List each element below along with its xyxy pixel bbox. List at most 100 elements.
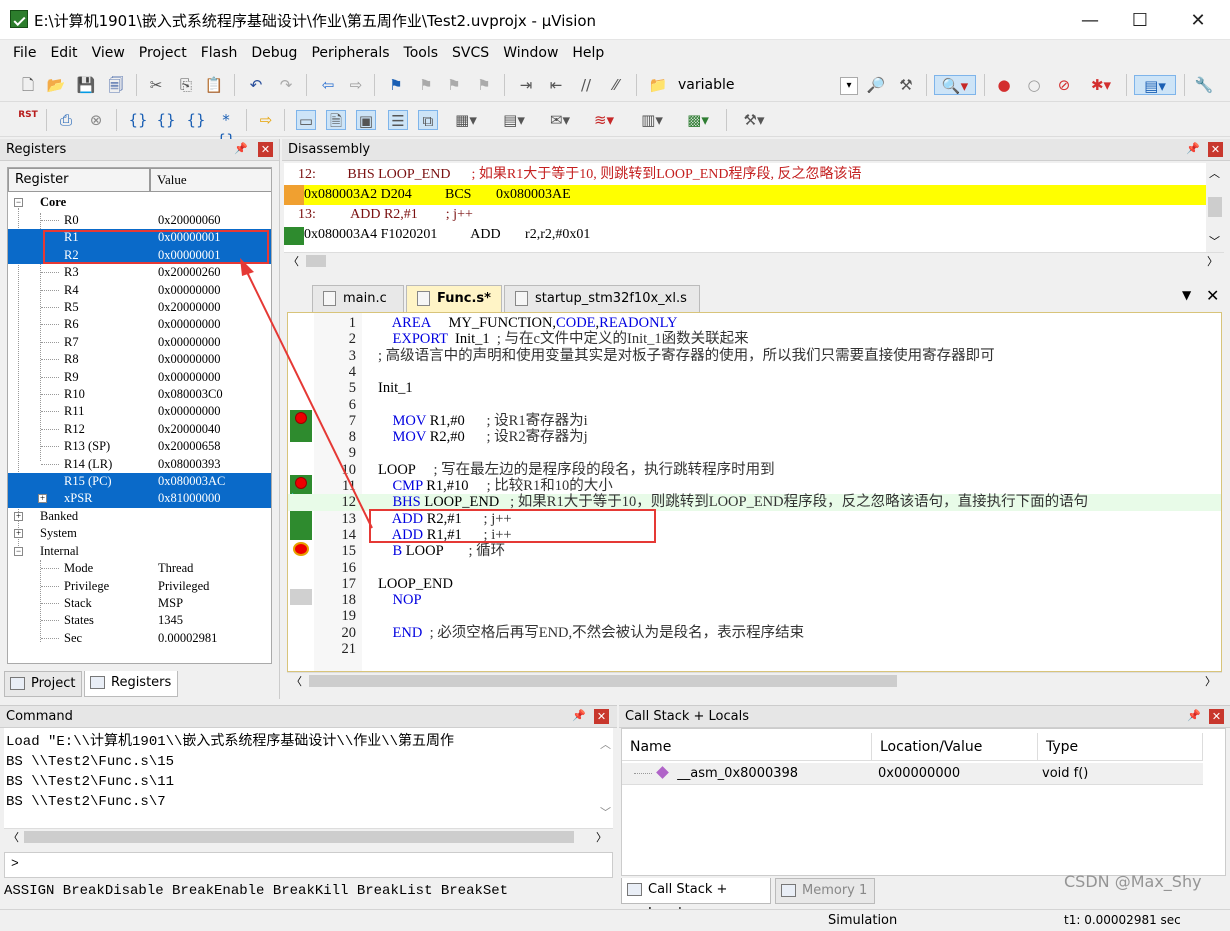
- register-row[interactable]: Privilege Privileged: [8, 578, 271, 595]
- group-core[interactable]: − Core: [8, 194, 271, 211]
- code-line[interactable]: 9: [288, 445, 1221, 461]
- source-editor[interactable]: 1 AREA MY_FUNCTION,CODE,READONLY 2 EXPOR…: [287, 312, 1222, 672]
- editor-hscroll[interactable]: 〈 〉: [287, 672, 1222, 689]
- expand-icon[interactable]: +: [14, 512, 23, 521]
- type-column-header[interactable]: Type: [1038, 733, 1203, 761]
- register-value[interactable]: 0x00000000: [158, 282, 221, 299]
- menu-svcs[interactable]: SVCS: [445, 45, 496, 61]
- code-line[interactable]: 1 AREA MY_FUNCTION,CODE,READONLY: [288, 315, 1221, 331]
- callstack-location[interactable]: 0x00000000: [872, 763, 1038, 785]
- group-banked[interactable]: + Banked: [8, 508, 271, 525]
- menu-help[interactable]: Help: [565, 45, 611, 61]
- register-row[interactable]: R14 (LR) 0x08000393: [8, 456, 271, 473]
- code-line[interactable]: 4: [288, 364, 1221, 380]
- command-output[interactable]: Load "E:\\计算机1901\\嵌入式系统程序基础设计\\作业\\第五周作…: [4, 728, 613, 828]
- disassembly-view[interactable]: 12: BHS LOOP_END ; 如果R1大于等于10, 则跳转到LOOP_…: [284, 163, 1206, 252]
- callstack-row[interactable]: __asm_0x8000398: [622, 763, 872, 785]
- register-row[interactable]: R13 (SP) 0x20000658: [8, 438, 271, 455]
- menu-file[interactable]: File: [6, 45, 43, 61]
- toolbox-icon[interactable]: ⚒▾: [736, 110, 772, 130]
- code-line[interactable]: 8 MOV R2,#0 ; 设R2寄存器为j: [288, 429, 1221, 445]
- menu-flash[interactable]: Flash: [194, 45, 245, 61]
- register-row[interactable]: R0 0x20000060: [8, 212, 271, 229]
- register-value[interactable]: 1345: [158, 612, 183, 629]
- collapse-icon[interactable]: −: [14, 546, 23, 556]
- code-line[interactable]: 21: [288, 641, 1221, 657]
- register-row[interactable]: R10 0x080003C0: [8, 386, 271, 403]
- register-row[interactable]: R8 0x00000000: [8, 351, 271, 368]
- stop-icon[interactable]: ⊗: [86, 110, 106, 130]
- pin-icon[interactable]: 📌: [572, 709, 586, 723]
- open-folder-icon[interactable]: 📂: [46, 75, 66, 95]
- register-value[interactable]: 0x080003C0: [158, 386, 223, 403]
- menu-view[interactable]: View: [85, 45, 132, 61]
- code-line[interactable]: 7 MOV R1,#0 ; 设R1寄存器为i: [288, 413, 1221, 429]
- pin-icon[interactable]: 📌: [1186, 142, 1200, 156]
- register-value[interactable]: 0x20000060: [158, 212, 221, 229]
- register-row[interactable]: Mode Thread: [8, 560, 271, 577]
- symbols-window-icon[interactable]: ▣: [356, 110, 376, 130]
- step-over-icon[interactable]: {}: [156, 110, 176, 130]
- register-value[interactable]: 0x20000000: [158, 299, 221, 316]
- scroll-down-icon[interactable]: ﹀: [600, 804, 611, 820]
- close-button[interactable]: ✕: [1170, 0, 1226, 40]
- register-row[interactable]: R3 0x20000260: [8, 264, 271, 281]
- scroll-right-icon[interactable]: 〉: [1207, 253, 1218, 269]
- debug-session-icon[interactable]: 🔍▾: [934, 75, 976, 95]
- window-layout-icon[interactable]: ▤▾: [1134, 75, 1176, 95]
- tab-registers[interactable]: Registers: [84, 671, 178, 697]
- code-line[interactable]: 5 Init_1: [288, 380, 1221, 396]
- register-value[interactable]: 0x08000393: [158, 456, 221, 473]
- find-replace-icon[interactable]: ⚒: [896, 75, 916, 95]
- scroll-left-icon[interactable]: 〈: [8, 829, 19, 845]
- register-value[interactable]: 0x20000040: [158, 421, 221, 438]
- show-next-statement-icon[interactable]: ⇨: [256, 110, 276, 130]
- serial-window-icon[interactable]: ✉▾: [542, 110, 578, 130]
- minimize-button[interactable]: —: [1062, 0, 1118, 40]
- disasm-current-line[interactable]: 0x080003A2 D204 BCS 0x080003AE: [284, 185, 1206, 205]
- register-value[interactable]: 0x080003AC: [158, 473, 225, 490]
- configure-icon[interactable]: 🔧: [1194, 75, 1214, 95]
- expand-icon[interactable]: +: [38, 494, 47, 504]
- find-combo-dropdown-icon[interactable]: ▾: [840, 77, 858, 95]
- code-line[interactable]: 16: [288, 560, 1221, 576]
- scroll-left-icon[interactable]: 〈: [291, 673, 302, 689]
- register-value[interactable]: 0x20000260: [158, 264, 221, 281]
- bookmark-icon[interactable]: ⚑: [386, 75, 406, 95]
- memory-window-icon[interactable]: ▤▾: [494, 110, 534, 130]
- register-value[interactable]: Privileged: [158, 578, 209, 595]
- disassembly-vscroll[interactable]: ︿ ﹀: [1206, 163, 1224, 252]
- incremental-find-icon[interactable]: 🔎: [866, 75, 886, 95]
- register-row[interactable]: R5 0x20000000: [8, 299, 271, 316]
- unindent-icon[interactable]: ⇤: [546, 75, 566, 95]
- menu-peripherals[interactable]: Peripherals: [304, 45, 396, 61]
- insert-breakpoint-icon[interactable]: ●: [994, 75, 1014, 95]
- menu-edit[interactable]: Edit: [43, 45, 84, 61]
- find-in-files-icon[interactable]: 📁: [648, 75, 668, 95]
- tab-main-c[interactable]: main.c: [312, 285, 404, 312]
- step-out-icon[interactable]: {}: [186, 110, 206, 130]
- register-value[interactable]: MSP: [158, 595, 183, 612]
- uncomment-icon[interactable]: ⁄⁄: [606, 75, 626, 95]
- register-column-header[interactable]: Register: [8, 168, 150, 192]
- register-row[interactable]: R4 0x00000000: [8, 282, 271, 299]
- register-value[interactable]: 0x00000000: [158, 351, 221, 368]
- command-window-icon[interactable]: ▭: [296, 110, 316, 130]
- find-combo-value[interactable]: variable: [678, 77, 734, 93]
- menu-tools[interactable]: Tools: [397, 45, 446, 61]
- register-value[interactable]: 0x00000000: [158, 316, 221, 333]
- run-to-cursor-icon[interactable]: *{}: [216, 110, 236, 149]
- watch-window-icon[interactable]: ▦▾: [448, 110, 484, 130]
- prev-bookmark-icon[interactable]: ⚑: [416, 75, 436, 95]
- code-line[interactable]: 2 EXPORT Init_1 ; 与在c文件中定义的Init_1函数关联起来: [288, 331, 1221, 347]
- register-value[interactable]: 0x20000658: [158, 438, 221, 455]
- reset-cpu-icon[interactable]: RST: [16, 110, 40, 130]
- redo-icon[interactable]: ↷: [276, 75, 296, 95]
- register-row[interactable]: States 1345: [8, 612, 271, 629]
- register-row[interactable]: R7 0x00000000: [8, 334, 271, 351]
- indent-icon[interactable]: ⇥: [516, 75, 536, 95]
- tab-callstack[interactable]: Call Stack + Locals: [621, 878, 771, 921]
- disasm-instruction-line[interactable]: 0x080003A4 F1020201 ADD r2,r2,#0x01: [284, 225, 1206, 245]
- disassembly-hscroll[interactable]: 〈 〉: [284, 252, 1224, 269]
- scroll-left-icon[interactable]: 〈: [288, 253, 299, 269]
